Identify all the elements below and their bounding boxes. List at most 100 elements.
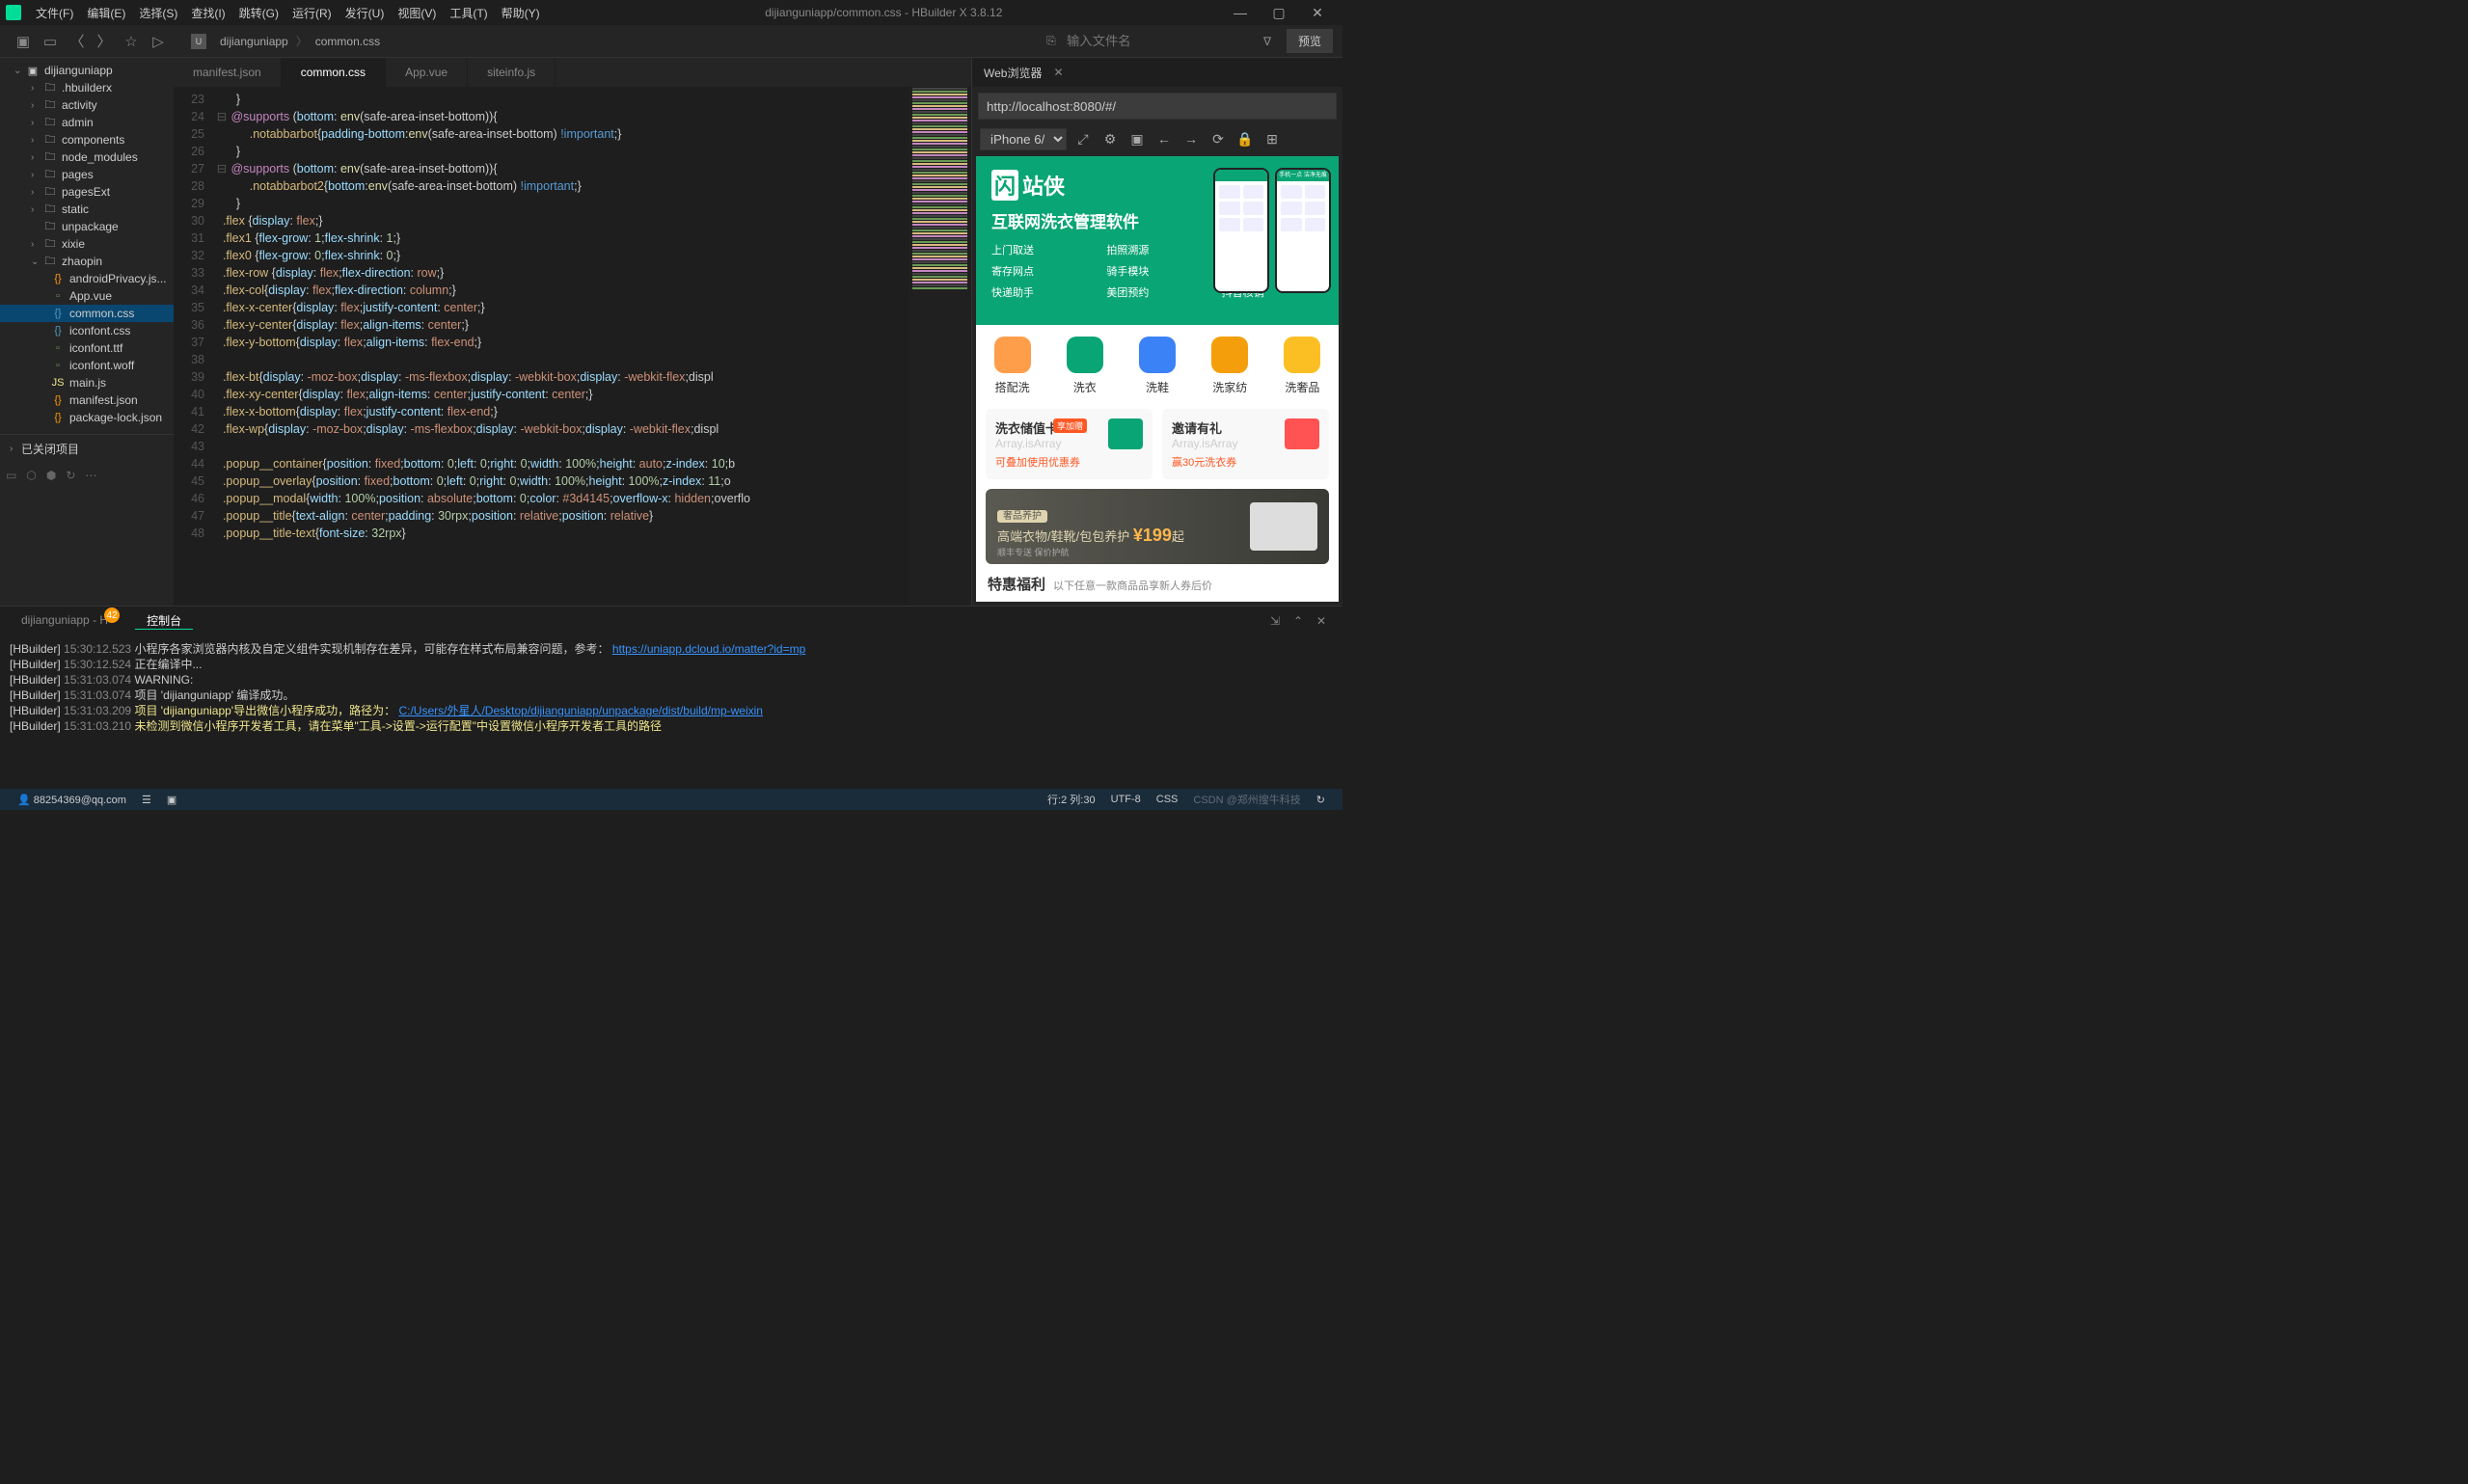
tree-item[interactable]: ›🗀pagesExt: [0, 183, 174, 201]
minimize-button[interactable]: —: [1221, 5, 1260, 20]
menu-item[interactable]: 运行(R): [285, 5, 339, 21]
console-tab[interactable]: 控制台: [135, 612, 193, 630]
sidebar: ⌄ ▣ dijianguniapp ›🗀.hbuilderx›🗀activity…: [0, 58, 174, 606]
close-button[interactable]: ✕: [1298, 5, 1337, 21]
sync-icon[interactable]: ↻: [66, 469, 75, 482]
breadcrumb-file[interactable]: common.css: [308, 35, 388, 48]
tree-item[interactable]: ▫App.vue: [0, 287, 174, 305]
pv-service[interactable]: 洗家纺: [1194, 337, 1266, 395]
tree-item[interactable]: ▫iconfont.ttf: [0, 339, 174, 357]
status-icon-1[interactable]: ☰: [134, 794, 159, 806]
breadcrumb: U dijianguniapp 〉 common.css: [191, 33, 388, 49]
nav-back-icon[interactable]: 〈: [64, 28, 91, 55]
line-gutter: 2324252627282930313233343536373839404142…: [174, 87, 212, 606]
tree-item[interactable]: ›🗀node_modules: [0, 148, 174, 166]
nav-forward-icon[interactable]: 〉: [91, 28, 118, 55]
status-icon-2[interactable]: ▣: [159, 794, 184, 806]
tree-item[interactable]: 🗀unpackage: [0, 218, 174, 235]
tree-item[interactable]: ›🗀static: [0, 201, 174, 218]
tree-item[interactable]: ›🗀pages: [0, 166, 174, 183]
tree-root[interactable]: ⌄ ▣ dijianguniapp: [0, 62, 174, 79]
code-body[interactable]: }⊟ @supports (bottom: env(safe-area-inse…: [212, 87, 909, 606]
tree-item[interactable]: ›🗀.hbuilderx: [0, 79, 174, 96]
tree-item[interactable]: {}androidPrivacy.js...: [0, 270, 174, 287]
filter-icon[interactable]: ∇: [1256, 35, 1279, 48]
tree-item[interactable]: {}manifest.json: [0, 391, 174, 409]
forward-icon[interactable]: →: [1180, 131, 1202, 147]
menu-item[interactable]: 查找(I): [184, 5, 231, 21]
menu-item[interactable]: 发行(U): [339, 5, 392, 21]
minimap[interactable]: [909, 87, 971, 606]
debug-icon[interactable]: ⬢: [46, 469, 56, 482]
folder-icon: 🗀: [42, 98, 58, 112]
console-collapse-icon[interactable]: ⌃: [1287, 614, 1310, 628]
pv-service[interactable]: 洗鞋: [1121, 337, 1193, 395]
closed-projects[interactable]: › 已关闭项目: [0, 434, 174, 463]
status-language[interactable]: CSS: [1149, 794, 1186, 805]
lock-icon[interactable]: 🔒: [1234, 131, 1256, 148]
editor-tab[interactable]: manifest.json: [174, 58, 282, 87]
url-input[interactable]: [978, 93, 1337, 120]
menu-item[interactable]: 跳转(G): [232, 5, 285, 21]
tree-item[interactable]: ›🗀admin: [0, 114, 174, 131]
tree-item[interactable]: ›🗀activity: [0, 96, 174, 114]
tree-item[interactable]: {}iconfont.css: [0, 322, 174, 339]
status-cursor[interactable]: 行:2 列:30: [1040, 792, 1103, 807]
more-icon[interactable]: ⋯: [85, 469, 96, 482]
chevron-icon: ⌄: [31, 256, 42, 267]
gear-icon[interactable]: ⚙: [1099, 131, 1121, 148]
console-output[interactable]: [HBuilder] 15:30:12.523 小程序各家浏览器内核及自定义组件…: [0, 635, 1342, 789]
reload-icon[interactable]: ⟳: [1207, 131, 1229, 148]
menu-item[interactable]: 编辑(E): [80, 5, 132, 21]
star-icon[interactable]: ☆: [118, 28, 145, 55]
bug-icon[interactable]: ⬡: [26, 469, 36, 482]
editor-tab[interactable]: App.vue: [386, 58, 468, 87]
tree-item[interactable]: ›🗀components: [0, 131, 174, 148]
menu-item[interactable]: 工具(T): [443, 5, 494, 21]
console-close-icon[interactable]: ✕: [1310, 614, 1333, 628]
status-user[interactable]: 👤 88254369@qq.com: [10, 794, 134, 806]
file-search-input[interactable]: [1063, 30, 1256, 52]
device-select[interactable]: iPhone 6/7/8: [980, 128, 1067, 150]
sidebar-toggle-icon[interactable]: ▣: [10, 28, 37, 55]
status-encoding[interactable]: UTF-8: [1103, 794, 1149, 805]
devtools-icon[interactable]: ⤢: [1072, 131, 1094, 148]
tree-item[interactable]: JSmain.js: [0, 374, 174, 391]
maximize-button[interactable]: ▢: [1260, 5, 1298, 21]
browser-tab[interactable]: Web浏览器 ✕: [972, 58, 1342, 87]
pv-promo[interactable]: 奢品养护 高端衣物/鞋靴/包包养护 ¥199起 顺丰专送 保价护航: [986, 489, 1329, 564]
run-icon[interactable]: ▷: [145, 28, 172, 55]
tree-item[interactable]: ▫iconfont.woff: [0, 357, 174, 374]
status-sync-icon[interactable]: ↻: [1309, 794, 1333, 806]
pv-card[interactable]: 洗衣储值卡Array.isArray可叠加使用优惠券享加赠: [986, 409, 1153, 479]
preview-viewport[interactable]: 闪站侠 互联网洗衣管理软件 上门取送拍照溯源水洗打印寄存网点骑手模块会员营销快递…: [976, 156, 1339, 602]
breadcrumb-project[interactable]: dijianguniapp: [212, 35, 296, 48]
menu-item[interactable]: 选择(S): [132, 5, 184, 21]
chevron-icon: ›: [31, 152, 42, 163]
pv-service[interactable]: 搭配洗: [976, 337, 1048, 395]
pv-card[interactable]: 邀请有礼Array.isArray赢30元洗衣券: [1162, 409, 1329, 479]
tree-item[interactable]: {}common.css: [0, 305, 174, 322]
tree-item[interactable]: ›🗀xixie: [0, 235, 174, 253]
close-icon[interactable]: ✕: [1053, 66, 1063, 79]
pv-service[interactable]: 洗奢品: [1266, 337, 1339, 395]
new-file-icon[interactable]: ▭: [37, 28, 64, 55]
menu-item[interactable]: 文件(F): [29, 5, 80, 21]
terminal-icon[interactable]: ▭: [6, 469, 16, 482]
inspect-icon[interactable]: ▣: [1126, 131, 1148, 148]
menu-item[interactable]: 帮助(Y): [495, 5, 547, 21]
pv-service[interactable]: 洗衣: [1048, 337, 1121, 395]
search-icon[interactable]: ⎘: [1040, 34, 1063, 48]
console-export-icon[interactable]: ⇲: [1263, 614, 1287, 628]
preview-button[interactable]: 预览: [1287, 29, 1333, 53]
menubar: 文件(F)编辑(E)选择(S)查找(I)跳转(G)运行(R)发行(U)视图(V)…: [0, 0, 1342, 25]
menu-item[interactable]: 视图(V): [391, 5, 443, 21]
tree-item[interactable]: {}package-lock.json: [0, 409, 174, 426]
editor-tab[interactable]: common.css: [282, 58, 386, 87]
back-icon[interactable]: ←: [1153, 131, 1175, 147]
grid-icon[interactable]: ⊞: [1261, 131, 1283, 148]
console-project-tab[interactable]: dijianguniapp - H42: [10, 613, 135, 630]
editor-tab[interactable]: siteinfo.js: [468, 58, 556, 87]
tree-item[interactable]: ⌄🗀zhaopin: [0, 253, 174, 270]
chevron-icon: ›: [31, 170, 42, 180]
